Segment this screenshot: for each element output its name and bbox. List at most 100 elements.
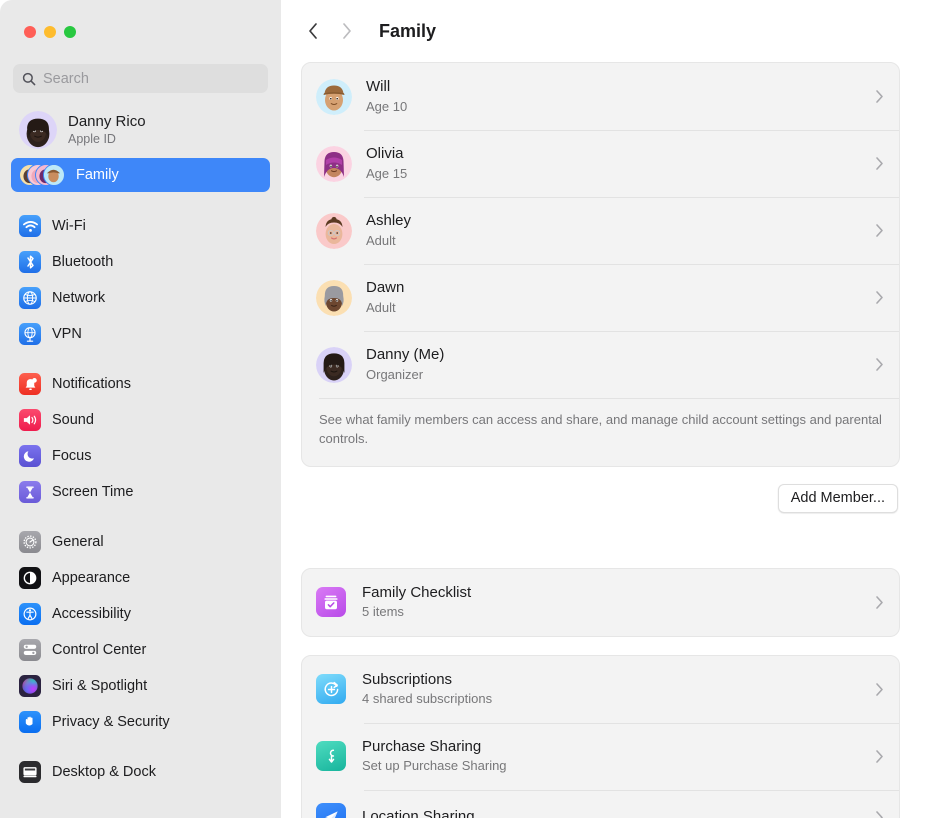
chevron-right-icon — [875, 290, 884, 305]
sidebar-item-wi-fi[interactable]: Wi-Fi — [11, 210, 270, 242]
row-text: Subscriptions 4 shared subscriptions — [362, 671, 875, 708]
family-member-row-ashley[interactable]: Ashley Adult — [302, 197, 899, 264]
page-title: Family — [379, 21, 436, 42]
family-member-row-olivia[interactable]: Olivia Age 15 — [302, 130, 899, 197]
maximize-window-button[interactable] — [64, 26, 76, 38]
family-checklist-row[interactable]: Family Checklist 5 items — [302, 569, 899, 636]
member-role: Adult — [366, 300, 875, 316]
sidebar-item-siri-spotlight[interactable]: Siri & Spotlight — [11, 670, 270, 702]
chevron-left-icon — [307, 21, 319, 41]
settings-scroll-area[interactable]: Will Age 10 — [281, 62, 934, 818]
family-avatars-icon — [19, 163, 65, 187]
sidebar-item-family[interactable]: Family — [11, 158, 270, 192]
subscriptions-icon — [316, 674, 346, 704]
sidebar-divider-2 — [11, 354, 270, 368]
sidebar-divider-4 — [11, 742, 270, 756]
vpn-icon — [19, 323, 41, 345]
sidebar-item-apple-id[interactable]: Danny Rico Apple ID — [11, 104, 270, 156]
sidebar-item-label: Control Center — [52, 642, 146, 658]
member-role: Age 10 — [366, 99, 875, 115]
avatar — [316, 146, 352, 182]
minimize-window-button[interactable] — [44, 26, 56, 38]
member-role: Adult — [366, 233, 875, 249]
row-title: Location Sharing — [362, 808, 875, 818]
sidebar-divider-3 — [11, 512, 270, 526]
family-checklist-card: Family Checklist 5 items — [301, 568, 900, 637]
family-member-row-will[interactable]: Will Age 10 — [302, 63, 899, 130]
account-name: Danny Rico — [68, 113, 146, 130]
purchase-sharing-row[interactable]: Purchase Sharing Set up Purchase Sharing — [302, 723, 899, 790]
sidebar-item-label: Accessibility — [52, 606, 131, 622]
sidebar-item-privacy-security[interactable]: Privacy & Security — [11, 706, 270, 738]
chevron-right-icon — [875, 749, 884, 764]
sidebar-item-label: Screen Time — [52, 484, 133, 500]
sidebar-item-general[interactable]: General — [11, 526, 270, 558]
family-members-card: Will Age 10 — [301, 62, 900, 467]
sidebar-item-focus[interactable]: Focus — [11, 440, 270, 472]
row-text: Purchase Sharing Set up Purchase Sharing — [362, 738, 875, 775]
sidebar-item-label: Privacy & Security — [52, 714, 170, 730]
account-subtitle: Apple ID — [68, 132, 146, 146]
avatar — [316, 280, 352, 316]
sidebar-item-control-center[interactable]: Control Center — [11, 634, 270, 666]
sidebar-item-appearance[interactable]: Appearance — [11, 562, 270, 594]
member-name: Olivia — [366, 145, 875, 164]
row-subtitle: 4 shared subscriptions — [362, 691, 875, 707]
sidebar-item-accessibility[interactable]: Accessibility — [11, 598, 270, 630]
sidebar-item-label: General — [52, 534, 104, 550]
search-box[interactable] — [13, 64, 268, 93]
add-member-button[interactable]: Add Member... — [778, 484, 898, 513]
checklist-icon — [316, 587, 346, 617]
chevron-right-icon — [875, 357, 884, 372]
member-role: Age 15 — [366, 166, 875, 182]
sidebar-item-label: Bluetooth — [52, 254, 113, 270]
system-settings-window: Danny Rico Apple ID — [0, 0, 934, 818]
sidebar: Danny Rico Apple ID — [0, 0, 281, 818]
family-member-row-dawn[interactable]: Dawn Adult — [302, 264, 899, 331]
chevron-right-icon — [875, 89, 884, 104]
add-member-button-row: Add Member... — [301, 467, 900, 513]
sidebar-item-label: Notifications — [52, 376, 131, 392]
moon-icon — [19, 445, 41, 467]
location-sharing-row[interactable]: Location Sharing — [302, 790, 899, 818]
forward-button[interactable] — [332, 16, 362, 46]
sidebar-item-network[interactable]: Network — [11, 282, 270, 314]
sidebar-item-notifications[interactable]: Notifications — [11, 368, 270, 400]
row-title: Subscriptions — [362, 671, 875, 690]
sidebar-item-sound[interactable]: Sound — [11, 404, 270, 436]
subscriptions-row[interactable]: Subscriptions 4 shared subscriptions — [302, 656, 899, 723]
chevron-right-icon — [875, 156, 884, 171]
sidebar-item-label: Desktop & Dock — [52, 764, 156, 780]
member-text: Dawn Adult — [366, 279, 875, 316]
avatar — [316, 213, 352, 249]
gear-icon — [19, 531, 41, 553]
row-subtitle: Set up Purchase Sharing — [362, 758, 875, 774]
member-text: Ashley Adult — [366, 212, 875, 249]
sidebar-item-label: Sound — [52, 412, 94, 428]
search-input[interactable] — [43, 71, 259, 87]
sidebar-item-label: Wi-Fi — [52, 218, 86, 234]
member-name: Danny (Me) — [366, 346, 875, 365]
family-member-row-danny[interactable]: Danny (Me) Organizer — [302, 331, 899, 398]
row-title: Family Checklist — [362, 584, 875, 603]
appearance-contrast-icon — [19, 567, 41, 589]
sidebar-item-vpn[interactable]: VPN — [11, 318, 270, 350]
row-subtitle: 5 items — [362, 604, 875, 620]
network-globe-icon — [19, 287, 41, 309]
sidebar-item-label: Focus — [52, 448, 92, 464]
avatar — [316, 79, 352, 115]
sidebar-item-screen-time[interactable]: Screen Time — [11, 476, 270, 508]
privacy-hand-icon — [19, 711, 41, 733]
back-button[interactable] — [298, 16, 328, 46]
close-window-button[interactable] — [24, 26, 36, 38]
sidebar-item-label: VPN — [52, 326, 82, 342]
sidebar-item-label: Network — [52, 290, 105, 306]
main-content: Family — [281, 0, 934, 818]
location-sharing-icon — [316, 803, 346, 818]
member-name: Will — [366, 78, 875, 97]
section-spacer-2 — [301, 637, 900, 655]
member-text: Will Age 10 — [366, 78, 875, 115]
search-container — [0, 54, 281, 93]
sidebar-item-bluetooth[interactable]: Bluetooth — [11, 246, 270, 278]
sidebar-item-desktop-dock[interactable]: Desktop & Dock — [11, 756, 270, 788]
